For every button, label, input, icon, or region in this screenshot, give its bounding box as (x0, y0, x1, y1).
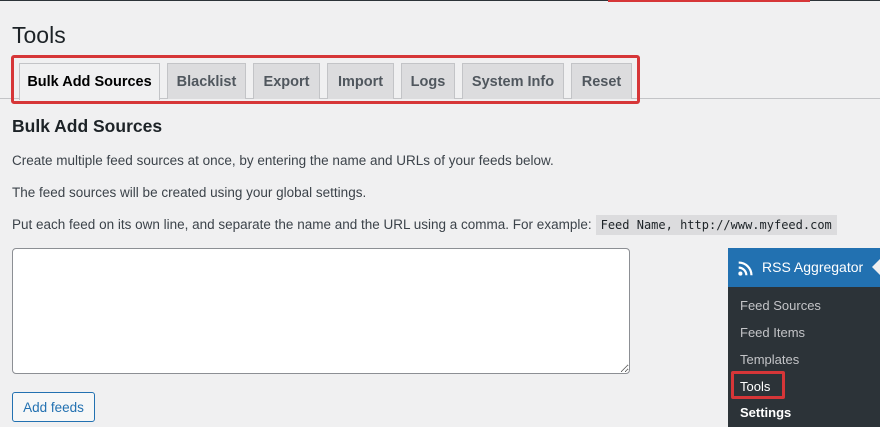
description-3-text: Put each feed on its own line, and separ… (12, 217, 592, 232)
current-menu-arrow (872, 259, 880, 275)
menu-item-feed-items[interactable]: Feed Items (740, 325, 805, 340)
tab-bulk-add-sources[interactable]: Bulk Add Sources (19, 63, 160, 100)
tab-import[interactable]: Import (327, 63, 394, 99)
admin-menu-header[interactable]: RSS Aggregator (728, 248, 880, 287)
page-title: Tools (12, 22, 66, 48)
rss-icon (738, 261, 753, 276)
menu-item-feed-sources[interactable]: Feed Sources (740, 298, 821, 313)
admin-menu-title: RSS Aggregator (762, 259, 864, 275)
description-2: The feed sources will be created using y… (12, 185, 367, 200)
menu-item-settings[interactable]: Settings (740, 405, 791, 420)
feeds-textarea[interactable] (12, 248, 630, 374)
section-title: Bulk Add Sources (12, 116, 163, 136)
top-accent-bar (608, 0, 810, 2)
tab-logs[interactable]: Logs (401, 63, 455, 99)
menu-item-templates[interactable]: Templates (740, 352, 799, 367)
admin-menu: RSS Aggregator Feed Sources Feed Items T… (728, 248, 880, 427)
tab-reset[interactable]: Reset (571, 63, 632, 99)
tab-system-info[interactable]: System Info (462, 63, 564, 99)
tab-blacklist[interactable]: Blacklist (167, 63, 246, 99)
menu-item-tools[interactable]: Tools (740, 379, 770, 394)
example-code: Feed Name, http://www.myfeed.com (595, 215, 837, 235)
description-3: Put each feed on its own line, and separ… (12, 215, 837, 235)
tab-export[interactable]: Export (253, 63, 320, 99)
add-feeds-button[interactable]: Add feeds (12, 392, 95, 422)
description-1: Create multiple feed sources at once, by… (12, 153, 554, 168)
